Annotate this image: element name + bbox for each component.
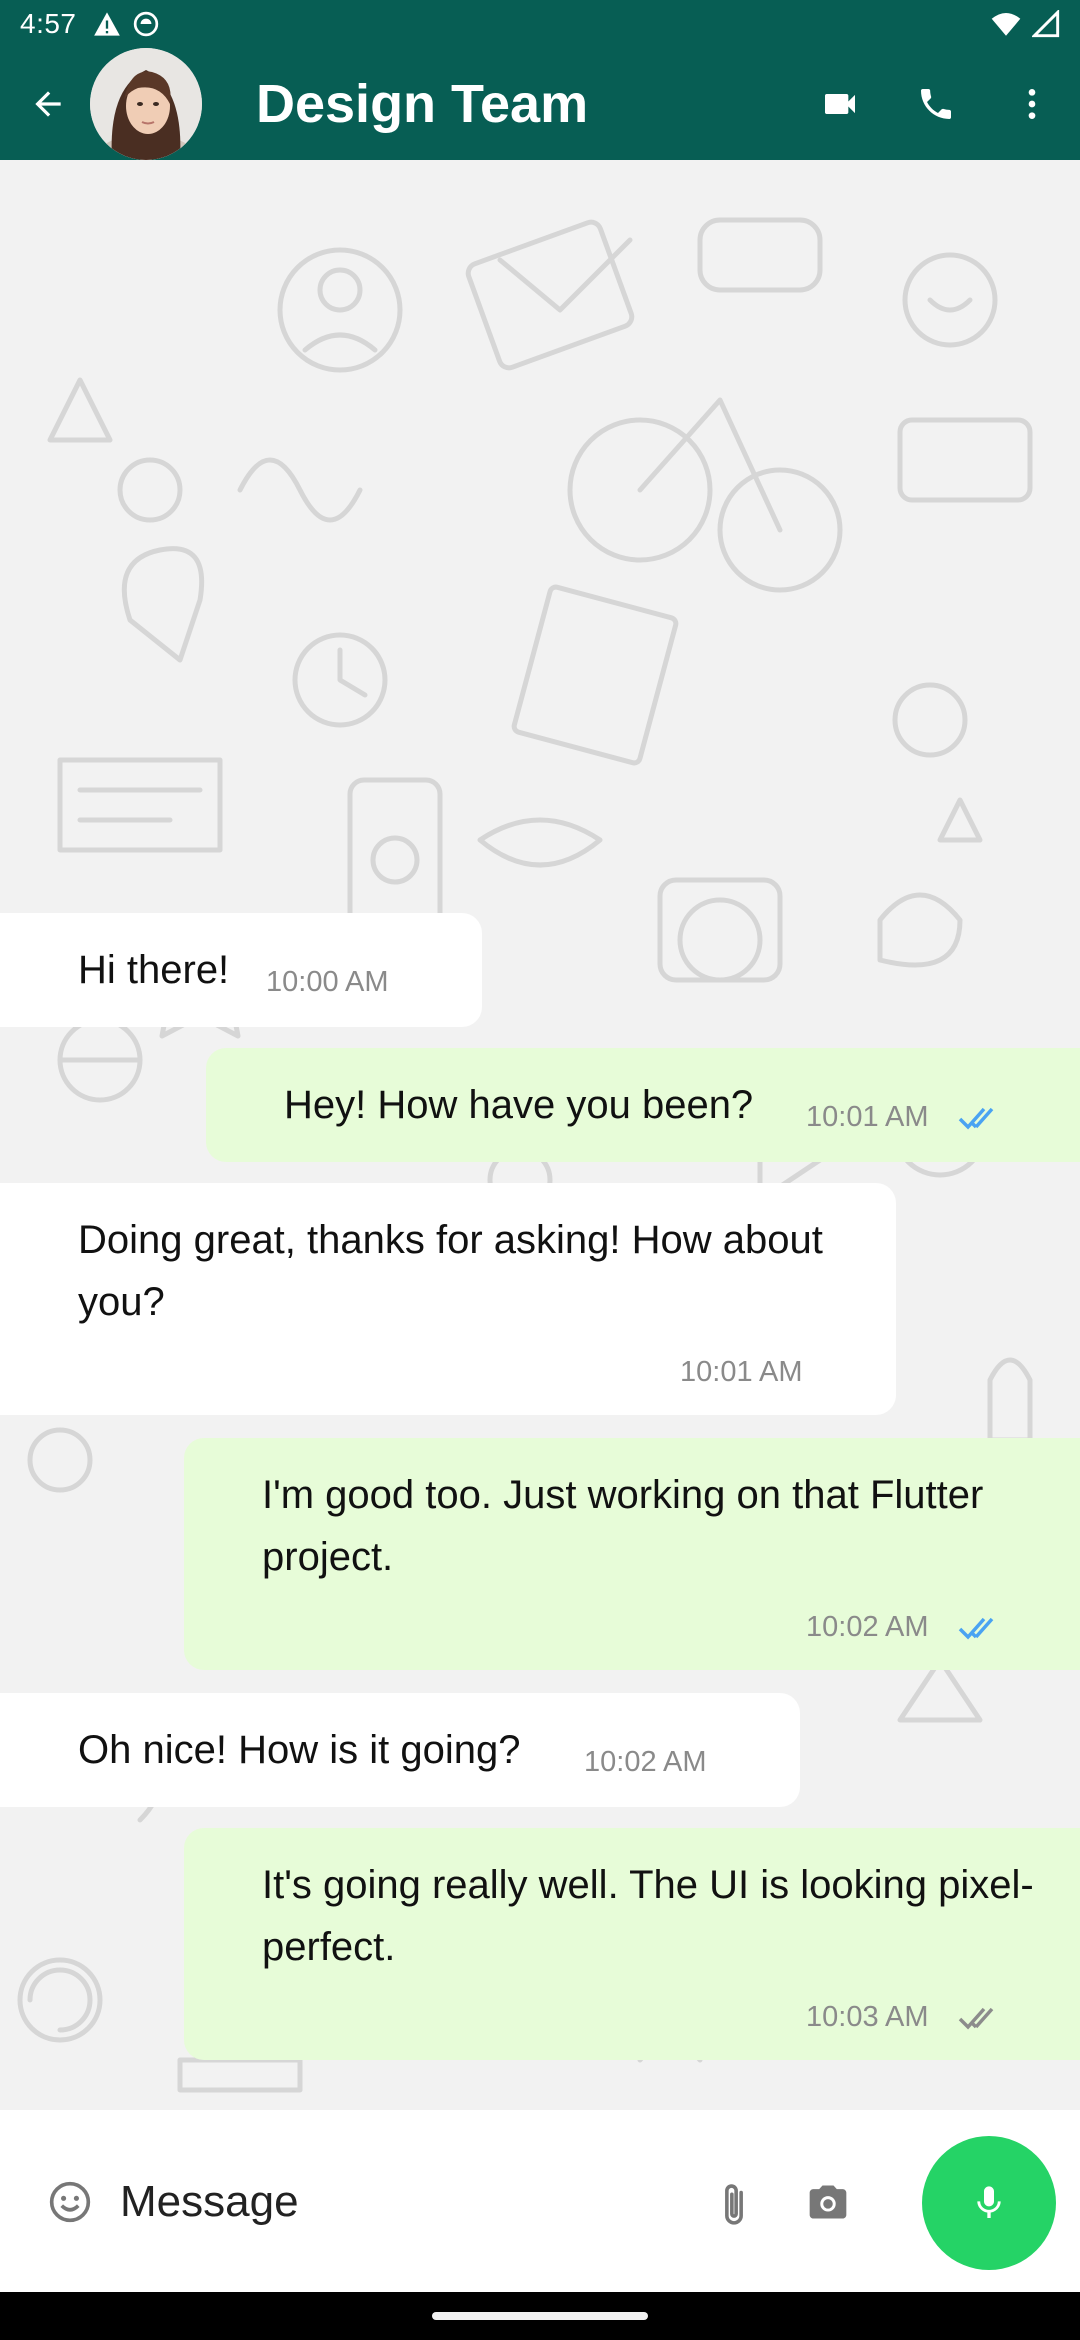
group-avatar[interactable]: [90, 48, 202, 160]
status-time: 4:57: [20, 8, 77, 39]
phone-icon: [921, 89, 951, 119]
message-time: 10:03 AM: [806, 2001, 929, 2033]
chat-header: Design Team: [0, 48, 1080, 160]
message-time: 10:01 AM: [806, 1101, 929, 1133]
home-gesture-handle[interactable]: [432, 2312, 648, 2320]
delivered-ticks-icon: [958, 2007, 994, 2030]
message-composer: [0, 2110, 1080, 2292]
message-time: 10:02 AM: [806, 1611, 929, 1643]
read-ticks-icon: [958, 1107, 994, 1130]
signal-icon: [1032, 10, 1060, 38]
message-text: Doing great, thanks for asking! How abou…: [78, 1218, 823, 1324]
video-call-button[interactable]: [792, 48, 888, 160]
message-text: It's going really well. The UI is lookin…: [262, 1863, 1034, 1969]
message-bubble-outgoing[interactable]: Hey! How have you been? 10:01 AM: [206, 1048, 1080, 1162]
voice-call-button[interactable]: [888, 48, 984, 160]
back-arrow-icon: [35, 91, 61, 117]
system-nav-bar: [0, 2292, 1080, 2340]
more-options-button[interactable]: [984, 48, 1080, 160]
message-time: 10:00 AM: [266, 966, 389, 998]
back-button[interactable]: [0, 48, 96, 160]
camera-icon[interactable]: [806, 2180, 850, 2224]
message-bubble-incoming[interactable]: Oh nice! How is it going? 10:02 AM: [0, 1693, 800, 1807]
message-text: Oh nice! How is it going?: [78, 1728, 521, 1772]
message-bubble-incoming[interactable]: Hi there! 10:00 AM: [0, 913, 482, 1027]
message-text: Hey! How have you been?: [284, 1083, 754, 1127]
wifi-icon: [991, 12, 1021, 36]
message-bubble-outgoing[interactable]: I'm good too. Just working on that Flutt…: [184, 1438, 1080, 1670]
message-time: 10:02 AM: [584, 1746, 707, 1778]
message-bubble-outgoing[interactable]: It's going really well. The UI is lookin…: [184, 1828, 1080, 2060]
video-call-icon: [825, 94, 855, 114]
status-bar: 4:57: [0, 0, 1080, 48]
mic-icon: [977, 2186, 1001, 2218]
attach-icon[interactable]: [712, 2180, 756, 2230]
message-input[interactable]: [120, 2162, 680, 2242]
message-text: Hi there!: [78, 948, 230, 992]
message-bubble-incoming[interactable]: Doing great, thanks for asking! How abou…: [0, 1183, 896, 1415]
chat-title[interactable]: Design Team: [256, 73, 588, 135]
message-time: 10:01 AM: [680, 1356, 803, 1388]
emoji-icon[interactable]: [48, 2180, 92, 2224]
message-text: I'm good too. Just working on that Flutt…: [262, 1473, 984, 1579]
read-ticks-icon: [958, 1617, 994, 1640]
app-notification-icon: [133, 11, 158, 37]
more-vert-icon: [1028, 89, 1036, 119]
chat-area[interactable]: Hi there! 10:00 AM Hey! How have you bee…: [0, 160, 1080, 2110]
voice-message-button[interactable]: [922, 2136, 1056, 2270]
alert-icon: [93, 12, 120, 36]
